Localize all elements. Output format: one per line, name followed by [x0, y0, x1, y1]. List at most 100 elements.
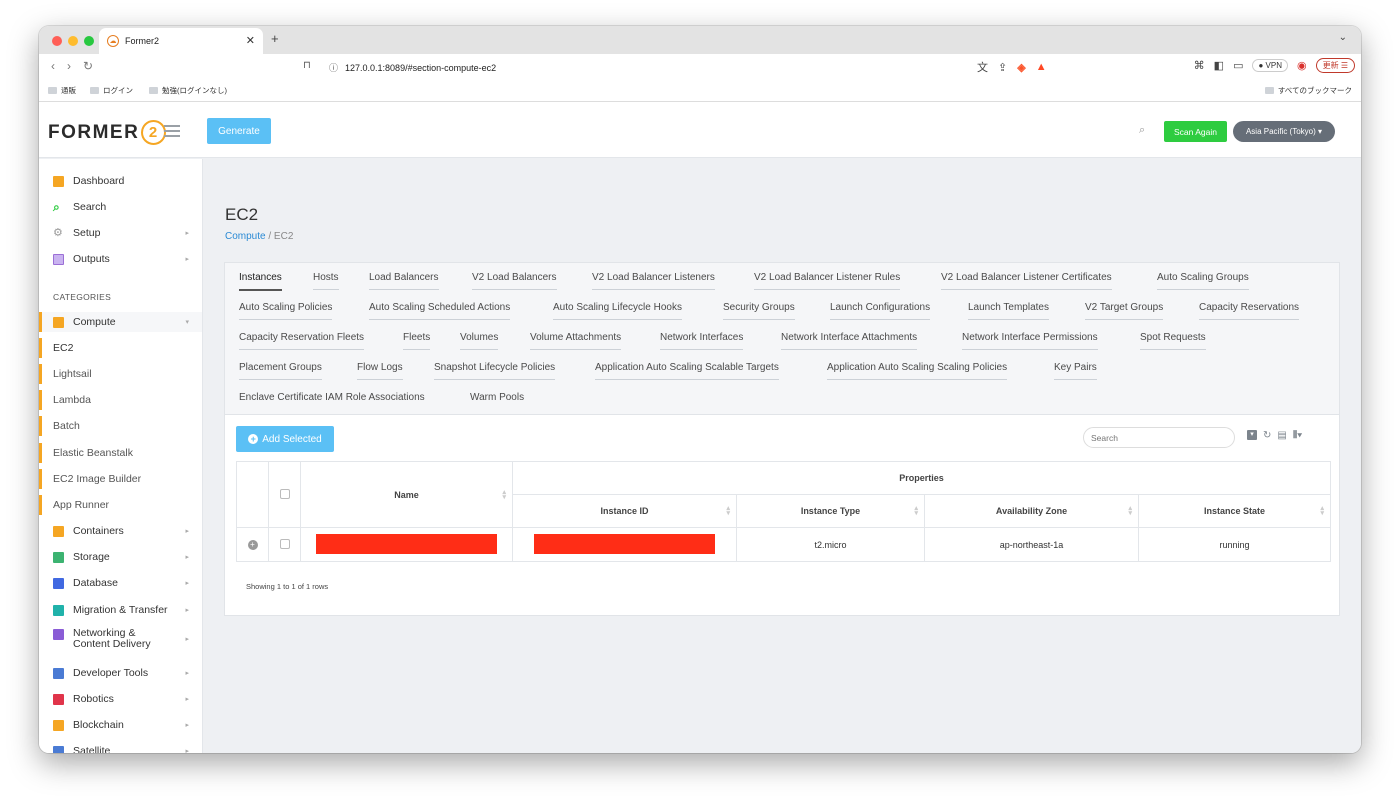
new-tab-icon[interactable]: + — [271, 31, 279, 46]
tab-volume-attachments[interactable]: Volume Attachments — [530, 332, 622, 350]
tab-v2-lb-listeners[interactable]: V2 Load Balancer Listeners — [592, 272, 715, 290]
sidebar-item-search[interactable]: ⌕ Search — [39, 197, 202, 217]
region-selector[interactable]: Asia Pacific (Tokyo) ▾ — [1233, 121, 1335, 142]
sidebar-item-satellite[interactable]: Satellite ▸ — [39, 741, 202, 753]
close-tab-icon[interactable]: ✕ — [246, 34, 255, 47]
sidebar-item-containers[interactable]: Containers ▸ — [39, 521, 202, 541]
row-checkbox[interactable] — [279, 538, 290, 549]
vpn-button[interactable]: ● VPN — [1252, 59, 1288, 72]
sidebar-item-database[interactable]: Database ▸ — [39, 573, 202, 593]
tab-v2-lb-listener-certificates[interactable]: V2 Load Balancer Listener Certificates — [941, 272, 1112, 290]
tab-app-auto-scaling-scaling-policies[interactable]: Application Auto Scaling Scaling Policie… — [827, 362, 1008, 380]
sidebar-subitem-ec2[interactable]: EC2 — [39, 338, 202, 358]
tab-capacity-reservation-fleets[interactable]: Capacity Reservation Fleets — [239, 332, 365, 350]
tab-v2-load-balancers[interactable]: V2 Load Balancers — [472, 272, 557, 290]
tab-capacity-reservations[interactable]: Capacity Reservations — [1199, 302, 1300, 320]
tab-network-interfaces[interactable]: Network Interfaces — [660, 332, 744, 350]
tab-warm-pools[interactable]: Warm Pools — [470, 392, 524, 409]
tab-load-balancers[interactable]: Load Balancers — [369, 272, 439, 290]
expand-row-icon[interactable]: + — [247, 540, 258, 550]
tab-auto-scaling-policies[interactable]: Auto Scaling Policies — [239, 302, 333, 320]
zoom-window-button[interactable] — [84, 36, 94, 46]
tab-v2-lb-listener-rules[interactable]: V2 Load Balancer Listener Rules — [754, 272, 901, 290]
select-all-checkbox[interactable] — [279, 488, 290, 499]
bookmark-page-icon[interactable]: ⊓ — [303, 60, 311, 71]
instance-id-column-header[interactable]: Instance ID ▴ ▾ — [512, 494, 737, 528]
sidebar-item-robotics[interactable]: Robotics ▸ — [39, 689, 202, 709]
sidebar-subitem-lightsail[interactable]: Lightsail — [39, 364, 202, 384]
site-info-icon[interactable]: ⓘ — [329, 63, 338, 73]
bookmark-folder[interactable]: 通販 — [48, 85, 76, 96]
generate-button[interactable]: Generate — [207, 118, 271, 144]
brave-rewards-icon[interactable]: ▲ — [1036, 61, 1047, 73]
sidebar-item-dashboard[interactable]: Dashboard — [39, 171, 202, 191]
tab-enclave-certificate-iam-role-associations[interactable]: Enclave Certificate IAM Role Association… — [239, 392, 425, 409]
update-button[interactable]: 更新 ☰ — [1315, 58, 1355, 73]
extensions-icon[interactable]: ⌘ — [1194, 59, 1205, 72]
all-bookmarks[interactable]: すべてのブックマーク — [1264, 85, 1352, 96]
tab-network-interface-permissions[interactable]: Network Interface Permissions — [962, 332, 1098, 350]
tab-launch-configurations[interactable]: Launch Configurations — [830, 302, 931, 320]
toggle-icon[interactable]: ▾ — [1247, 430, 1257, 440]
tab-security-groups[interactable]: Security Groups — [723, 302, 795, 320]
sidebar-item-networking[interactable]: Networking & Content Delivery ▸ — [39, 626, 202, 658]
sidebar-item-blockchain[interactable]: Blockchain ▸ — [39, 715, 202, 735]
tab-instances[interactable]: Instances — [239, 272, 282, 291]
search-icon[interactable]: ⌕ — [1139, 124, 1145, 137]
tab-volumes[interactable]: Volumes — [460, 332, 499, 350]
url-field[interactable]: ⓘ 127.0.0.1:8089/#section-compute-ec2 — [329, 61, 496, 74]
browser-tab[interactable]: ☁ Former2 ✕ — [99, 28, 263, 54]
sidebar-subitem-elastic-beanstalk[interactable]: Elastic Beanstalk — [39, 443, 202, 463]
wallet-icon[interactable]: ▭ — [1233, 59, 1243, 72]
forward-icon[interactable]: › — [67, 59, 71, 73]
sidebar-subitem-ec2-image-builder[interactable]: EC2 Image Builder — [39, 469, 202, 489]
tab-launch-templates[interactable]: Launch Templates — [968, 302, 1049, 320]
brave-shield-icon[interactable]: ◈ — [1017, 61, 1025, 74]
former2-logo[interactable]: FORMER 2 — [48, 120, 167, 145]
tab-fleets[interactable]: Fleets — [403, 332, 431, 350]
breadcrumb-compute-link[interactable]: Compute — [225, 231, 266, 242]
tab-key-pairs[interactable]: Key Pairs — [1054, 362, 1097, 380]
tab-spot-requests[interactable]: Spot Requests — [1140, 332, 1206, 350]
refresh-icon[interactable]: ↻ — [1263, 430, 1271, 441]
tab-flow-logs[interactable]: Flow Logs — [357, 362, 403, 380]
tab-v2-target-groups[interactable]: V2 Target Groups — [1085, 302, 1164, 320]
bookmark-folder[interactable]: ログイン — [90, 85, 133, 96]
columns-icon[interactable]: ⦀▾ — [1293, 430, 1302, 441]
sidebar-item-setup[interactable]: ⚙ Setup ▸ — [39, 223, 202, 243]
tab-auto-scaling-lifecycle-hooks[interactable]: Auto Scaling Lifecycle Hooks — [553, 302, 682, 320]
brave-lion-icon[interactable]: ◉ — [1297, 59, 1307, 72]
tab-app-auto-scaling-scalable-targets[interactable]: Application Auto Scaling Scalable Target… — [595, 362, 779, 380]
tab-network-interface-attachments[interactable]: Network Interface Attachments — [781, 332, 918, 350]
sidebar-item-storage[interactable]: Storage ▸ — [39, 547, 202, 567]
table-row[interactable]: + t2.micro ap-northeast-1a running — [236, 527, 1331, 562]
share-icon[interactable]: ⇪ — [998, 61, 1007, 74]
tab-snapshot-lifecycle-policies[interactable]: Snapshot Lifecycle Policies — [434, 362, 556, 380]
sidebar-item-migration-transfer[interactable]: Migration & Transfer ▸ — [39, 600, 202, 620]
minimize-window-button[interactable] — [68, 36, 78, 46]
table-search-input[interactable] — [1083, 427, 1235, 448]
instance-state-column-header[interactable]: Instance State ▴ ▾ — [1138, 494, 1331, 528]
list-view-icon[interactable]: ▤ — [1277, 430, 1286, 441]
tab-hosts[interactable]: Hosts — [313, 272, 339, 290]
close-window-button[interactable] — [52, 36, 62, 46]
tab-auto-scaling-groups[interactable]: Auto Scaling Groups — [1157, 272, 1249, 290]
sidebar-toggle-icon[interactable]: ◧ — [1214, 59, 1224, 72]
sidebar-item-outputs[interactable]: Outputs ▸ — [39, 249, 202, 269]
tab-placement-groups[interactable]: Placement Groups — [239, 362, 322, 380]
scan-again-button[interactable]: Scan Again — [1164, 121, 1227, 142]
sidebar-item-compute[interactable]: Compute ▾ — [39, 312, 202, 332]
hamburger-menu-icon[interactable] — [164, 125, 180, 140]
instance-type-column-header[interactable]: Instance Type ▴ ▾ — [736, 494, 925, 528]
tab-auto-scaling-scheduled-actions[interactable]: Auto Scaling Scheduled Actions — [369, 302, 511, 320]
sidebar-item-developer-tools[interactable]: Developer Tools ▸ — [39, 663, 202, 683]
tab-list-chevron-icon[interactable]: ⌄ — [1339, 32, 1347, 43]
bookmark-folder[interactable]: 勉強(ログインなし) — [149, 85, 227, 96]
sidebar-subitem-lambda[interactable]: Lambda — [39, 390, 202, 410]
translate-icon[interactable]: 文 — [977, 59, 988, 75]
availability-zone-column-header[interactable]: Availability Zone ▴ ▾ — [924, 494, 1139, 528]
add-selected-button[interactable]: + Add Selected — [236, 426, 334, 452]
sidebar-subitem-batch[interactable]: Batch — [39, 416, 202, 436]
name-column-header[interactable]: Name ▴ ▾ — [300, 461, 513, 528]
reload-icon[interactable]: ↻ — [83, 59, 93, 73]
